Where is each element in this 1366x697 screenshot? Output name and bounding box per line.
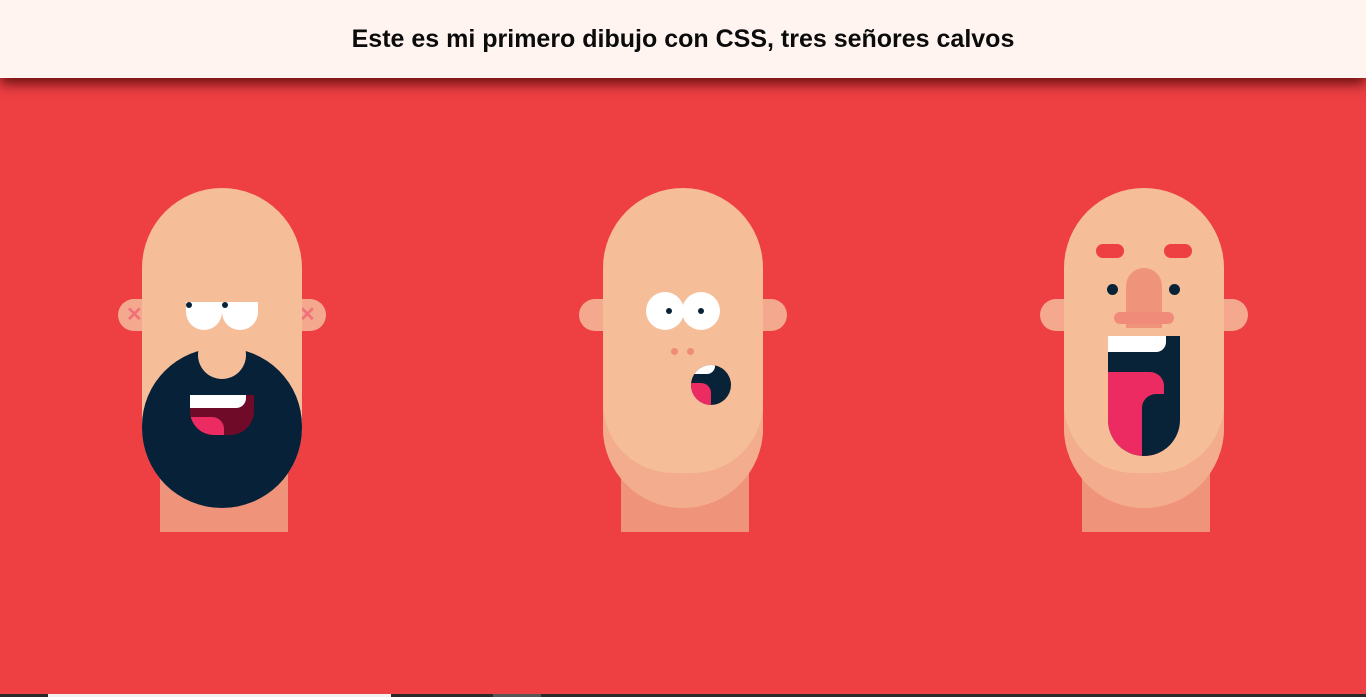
tongue-shadow [1142,394,1164,456]
head [603,188,763,508]
teeth [190,395,246,408]
right-pupil [698,308,704,314]
bearded-man-face: ✕ ✕ [118,188,382,533]
left-pupil [186,302,192,308]
right-pupil [222,302,228,308]
left-pupil [666,308,672,314]
left-eye [1107,284,1118,295]
tongue [190,417,224,435]
tongue [691,383,711,405]
open-mouth [691,365,731,405]
mouth [190,395,254,435]
right-eye [1169,284,1180,295]
nostrils [1114,312,1174,324]
page-header: Este es mi primero dibujo con CSS, tres … [0,0,1366,78]
page-title: Este es mi primero dibujo con CSS, tres … [351,24,1015,53]
teeth [1108,336,1166,352]
surprised-man-face [579,188,843,533]
face-front [603,308,763,473]
nose [198,331,246,379]
right-nostril [687,348,694,355]
teeth [691,365,715,374]
left-eyebrow [1096,244,1124,258]
left-nostril [671,348,678,355]
right-eye [682,292,720,330]
shouting-man-face [1040,188,1304,533]
right-eyebrow [1164,244,1192,258]
left-ear-x-icon: ✕ [126,304,143,326]
open-mouth [1108,336,1180,456]
left-eye [646,292,684,330]
